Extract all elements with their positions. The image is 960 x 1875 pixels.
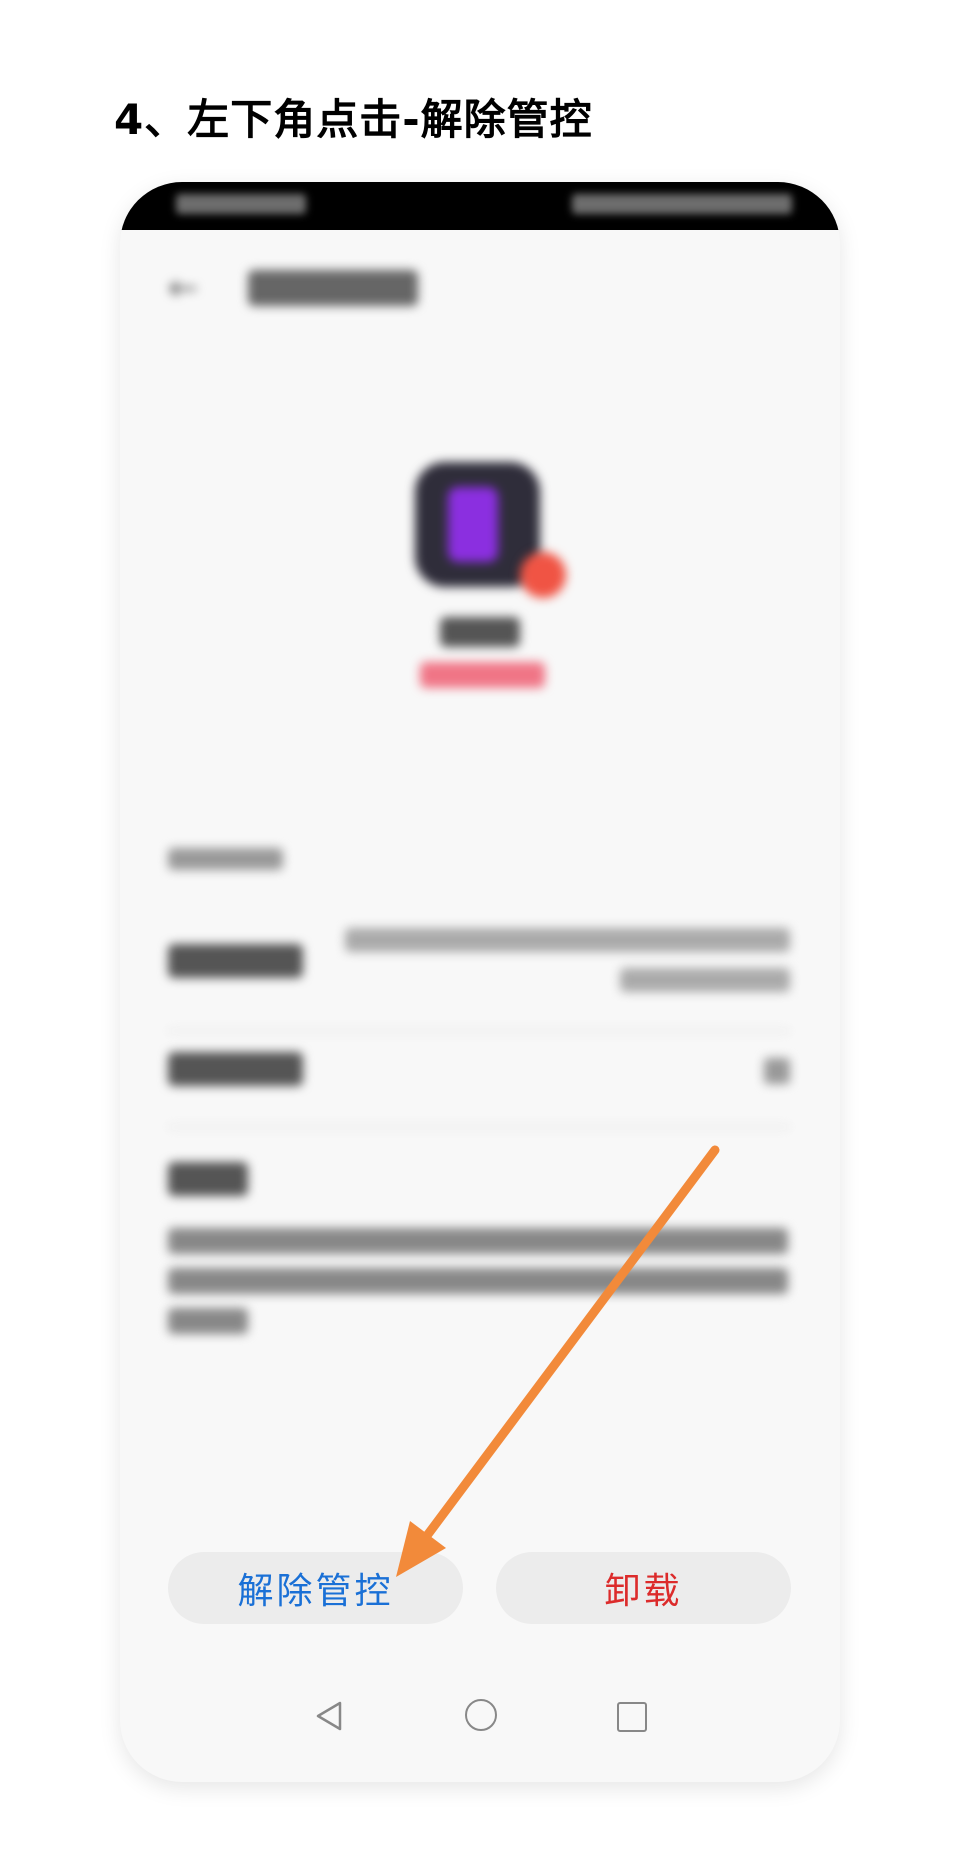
orange-arrow-pointer: [396, 1145, 720, 1577]
